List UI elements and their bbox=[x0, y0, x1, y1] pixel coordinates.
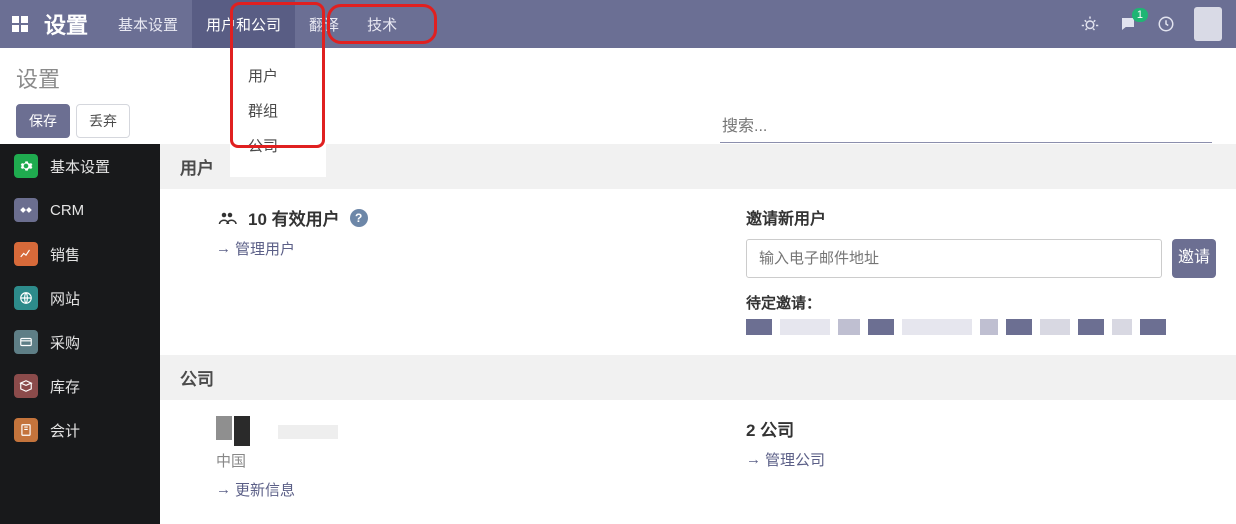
sidebar-item-accounting[interactable]: 会计 bbox=[0, 408, 160, 452]
sidebar-item-crm[interactable]: CRM bbox=[0, 188, 160, 232]
box-icon bbox=[14, 374, 38, 398]
users-right-col: 邀请新用户 邀请 待定邀请： bbox=[746, 205, 1216, 335]
apps-menu-button[interactable] bbox=[0, 0, 40, 48]
invite-email-input[interactable] bbox=[746, 239, 1162, 278]
messaging-icon[interactable]: 1 bbox=[1118, 14, 1138, 34]
nav-general[interactable]: 基本设置 bbox=[104, 0, 192, 48]
breadcrumb: 设置 bbox=[16, 62, 60, 94]
topbar: 设置 基本设置 用户和公司 翻译 技术 1 bbox=[0, 0, 1236, 48]
manage-users-link[interactable]: 管理用户 bbox=[216, 238, 295, 259]
section-header-company: 公司 bbox=[160, 355, 1236, 400]
users-left-col: 10 有效用户 ? 管理用户 bbox=[216, 205, 686, 335]
messaging-badge: 1 bbox=[1132, 8, 1148, 22]
settings-sidebar: 基本设置 CRM 销售 网站 采购 库存 会计 bbox=[0, 144, 160, 524]
sidebar-item-general[interactable]: 基本设置 bbox=[0, 144, 160, 188]
globe-icon bbox=[14, 286, 38, 310]
section-body-company: 中国 更新信息 2 公司 管理公司 bbox=[160, 400, 1236, 520]
sidebar-item-label: 会计 bbox=[50, 420, 80, 441]
manage-companies-link[interactable]: 管理公司 bbox=[746, 449, 825, 470]
apps-grid-icon bbox=[12, 16, 28, 32]
section-body-users: 10 有效用户 ? 管理用户 邀请新用户 邀请 待定邀请： bbox=[160, 189, 1236, 355]
pending-invites-list bbox=[746, 319, 1216, 335]
control-panel: 设置 保存 丢弃 bbox=[0, 48, 1236, 144]
sidebar-item-label: 采购 bbox=[50, 332, 80, 353]
sidebar-item-website[interactable]: 网站 bbox=[0, 276, 160, 320]
company-left-col: 中国 更新信息 bbox=[216, 416, 686, 500]
pending-invites-label: 待定邀请： bbox=[746, 292, 1216, 313]
settings-content: 用户 10 有效用户 ? 管理用户 邀请新用户 邀请 待定邀请： bbox=[160, 144, 1236, 524]
help-icon[interactable]: ? bbox=[350, 209, 368, 227]
nav-translate[interactable]: 翻译 bbox=[295, 0, 353, 48]
user-avatar[interactable] bbox=[1194, 7, 1222, 41]
main-area: 基本设置 CRM 销售 网站 采购 库存 会计 用户 bbox=[0, 144, 1236, 524]
app-title: 设置 bbox=[40, 8, 104, 40]
bug-icon[interactable] bbox=[1080, 14, 1100, 34]
invite-title: 邀请新用户 bbox=[746, 205, 1216, 229]
sidebar-item-label: CRM bbox=[50, 202, 84, 219]
dropdown-item-companies[interactable]: 公司 bbox=[230, 128, 326, 163]
gear-icon bbox=[14, 154, 38, 178]
nav-users-companies[interactable]: 用户和公司 bbox=[192, 0, 295, 48]
action-bar: 保存 丢弃 bbox=[16, 104, 130, 138]
sidebar-item-label: 销售 bbox=[50, 244, 80, 265]
search-box bbox=[720, 112, 1212, 143]
users-companies-dropdown: 用户 群组 公司 bbox=[230, 48, 326, 177]
activity-icon[interactable] bbox=[1156, 14, 1176, 34]
company-country: 中国 bbox=[216, 450, 686, 471]
active-users-line: 10 有效用户 ? bbox=[216, 205, 686, 230]
sidebar-item-label: 基本设置 bbox=[50, 156, 110, 177]
active-users-count: 10 有效用户 bbox=[248, 205, 340, 230]
chart-line-icon bbox=[14, 242, 38, 266]
company-name-redacted bbox=[278, 425, 338, 439]
credit-card-icon bbox=[14, 330, 38, 354]
save-button[interactable]: 保存 bbox=[16, 104, 70, 138]
sidebar-item-inventory[interactable]: 库存 bbox=[0, 364, 160, 408]
topbar-right: 1 bbox=[1080, 7, 1236, 41]
search-input[interactable] bbox=[720, 112, 1212, 143]
invite-button[interactable]: 邀请 bbox=[1172, 239, 1216, 278]
nav-technical[interactable]: 技术 bbox=[353, 0, 411, 48]
dropdown-item-users[interactable]: 用户 bbox=[230, 58, 326, 93]
handshake-icon bbox=[14, 198, 38, 222]
sidebar-item-purchase[interactable]: 采购 bbox=[0, 320, 160, 364]
discard-button[interactable]: 丢弃 bbox=[76, 104, 130, 138]
top-navigation: 基本设置 用户和公司 翻译 技术 bbox=[104, 0, 411, 48]
update-company-link[interactable]: 更新信息 bbox=[216, 479, 295, 500]
sidebar-item-label: 库存 bbox=[50, 376, 80, 397]
company-count-line: 2 公司 bbox=[746, 416, 1216, 441]
company-logo-row bbox=[216, 416, 686, 448]
company-logo-icon bbox=[216, 416, 264, 448]
company-right-col: 2 公司 管理公司 bbox=[746, 416, 1216, 500]
book-icon bbox=[14, 418, 38, 442]
users-icon bbox=[216, 209, 238, 227]
sidebar-item-sales[interactable]: 销售 bbox=[0, 232, 160, 276]
sidebar-item-label: 网站 bbox=[50, 288, 80, 309]
dropdown-item-groups[interactable]: 群组 bbox=[230, 93, 326, 128]
